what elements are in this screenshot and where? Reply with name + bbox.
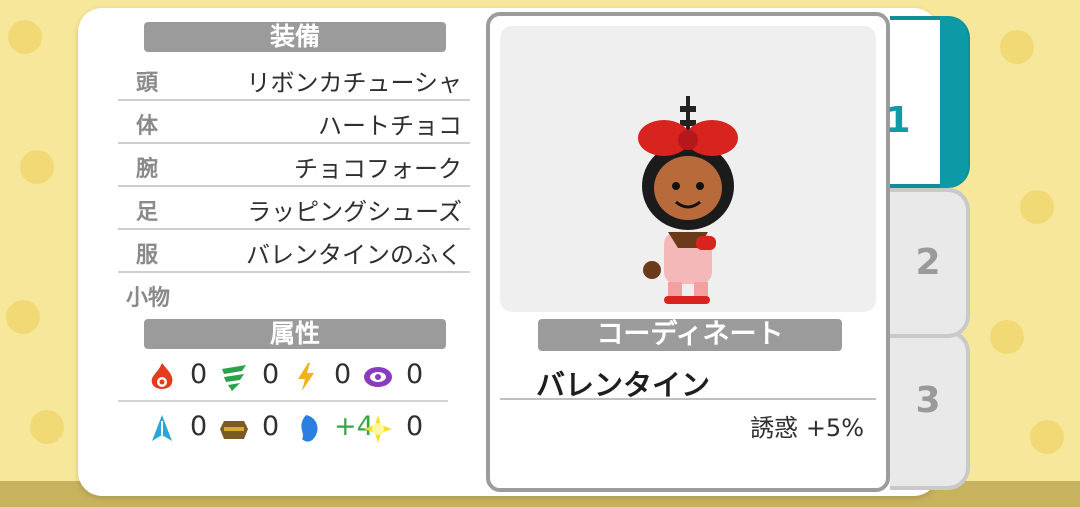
slot-label: 頭 (136, 71, 159, 96)
light-icon (364, 415, 392, 443)
accessory-label[interactable]: 小物 (126, 280, 170, 312)
attribute-value: 0 (190, 359, 208, 390)
coordinate-bonus: 誘惑 +5% (750, 414, 864, 442)
slot-item: ハートチョコ (318, 112, 462, 140)
tab-2[interactable]: 2 (890, 188, 970, 338)
slot-item: リボンカチューシャ (246, 69, 462, 97)
slot-label: 服 (136, 243, 159, 268)
character-portrait (500, 26, 876, 312)
tab-3[interactable]: 3 (890, 330, 970, 490)
slot-label: 体 (136, 114, 159, 139)
attribute-value: 0 (262, 359, 280, 390)
coordinate-header: コーディネート (538, 319, 842, 351)
slot-item: ラッピングシューズ (247, 198, 462, 226)
equipment-header: 装備 (144, 22, 446, 52)
attribute-value: 0 (406, 411, 424, 442)
tab-label: 3 (915, 380, 941, 421)
water-icon (301, 415, 318, 442)
tab-label: 2 (915, 242, 941, 283)
equipment-row-body[interactable]: 体 ハートチョコ (118, 100, 470, 144)
wind-icon (222, 365, 246, 391)
fire-icon (151, 363, 173, 389)
earth-icon (220, 421, 248, 439)
attribute-value: 0 (190, 411, 208, 442)
coordinate-divider (500, 398, 876, 400)
tab-label: 1 (885, 100, 911, 141)
attribute-value: 0 (406, 359, 424, 390)
lightning-icon (298, 363, 314, 391)
equipment-row-head[interactable]: 頭 リボンカチューシャ (118, 57, 470, 101)
slot-label: 足 (136, 200, 159, 225)
equipment-row-feet[interactable]: 足 ラッピングシューズ (118, 186, 470, 230)
slot-item: チョコフォーク (294, 155, 462, 183)
attributes-header: 属性 (144, 319, 446, 349)
slot-item: バレンタインのふく (246, 241, 462, 269)
active-tab-indicator (940, 16, 968, 188)
equipment-row-clothes[interactable]: 服 バレンタインのふく (118, 229, 470, 273)
dark-icon (364, 367, 392, 387)
equipment-row-arm[interactable]: 腕 チョコフォーク (118, 143, 470, 187)
slot-label: 腕 (136, 157, 159, 182)
character-avatar (638, 96, 738, 304)
ice-icon (152, 415, 172, 441)
attribute-divider (118, 400, 448, 402)
attribute-value: 0 (334, 359, 352, 390)
attribute-value: 0 (262, 411, 280, 442)
